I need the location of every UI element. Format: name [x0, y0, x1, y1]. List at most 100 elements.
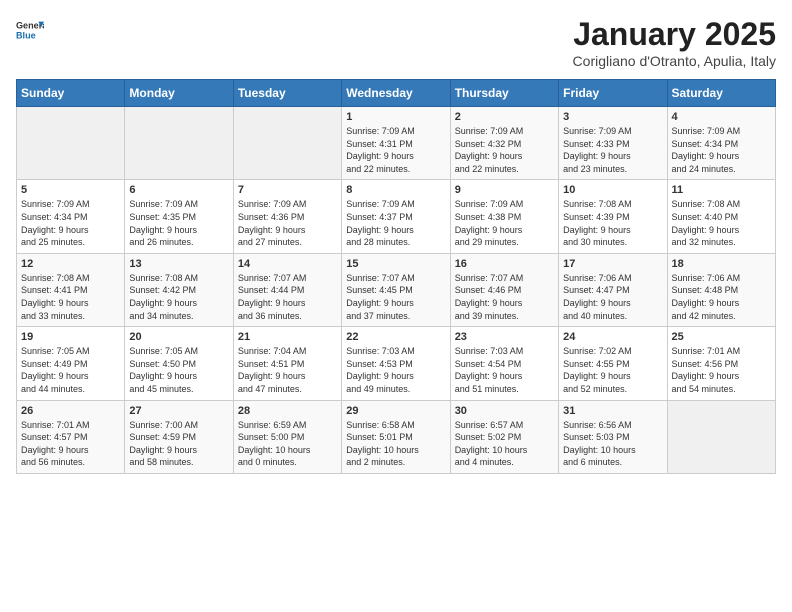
day-info: Sunrise: 6:59 AM Sunset: 5:00 PM Dayligh… [238, 419, 337, 469]
svg-text:Blue: Blue [16, 30, 36, 40]
day-number: 12 [21, 258, 120, 270]
month-title: January 2025 [573, 16, 776, 53]
day-info: Sunrise: 7:00 AM Sunset: 4:59 PM Dayligh… [129, 419, 228, 469]
calendar-header-row: SundayMondayTuesdayWednesdayThursdayFrid… [17, 80, 776, 107]
calendar-day-cell: 31 Sunrise: 6:56 AM Sunset: 5:03 PM Dayli… [559, 400, 667, 473]
day-info: Sunrise: 7:01 AM Sunset: 4:57 PM Dayligh… [21, 419, 120, 469]
weekday-header: Saturday [667, 80, 775, 107]
day-number: 26 [21, 405, 120, 417]
day-info: Sunrise: 7:09 AM Sunset: 4:34 PM Dayligh… [672, 125, 771, 175]
calendar-day-cell: 2 Sunrise: 7:09 AM Sunset: 4:32 PM Daylig… [450, 107, 558, 180]
day-info: Sunrise: 7:06 AM Sunset: 4:48 PM Dayligh… [672, 272, 771, 322]
title-block: January 2025 Corigliano d'Otranto, Apuli… [573, 16, 776, 69]
day-info: Sunrise: 7:09 AM Sunset: 4:34 PM Dayligh… [21, 198, 120, 248]
calendar-day-cell [667, 400, 775, 473]
day-number: 29 [346, 405, 445, 417]
day-number: 7 [238, 184, 337, 196]
day-info: Sunrise: 7:08 AM Sunset: 4:41 PM Dayligh… [21, 272, 120, 322]
day-info: Sunrise: 7:09 AM Sunset: 4:36 PM Dayligh… [238, 198, 337, 248]
calendar-day-cell: 10 Sunrise: 7:08 AM Sunset: 4:39 PM Dayli… [559, 180, 667, 253]
calendar-day-cell: 28Sunrise: 6:59 AM Sunset: 5:00 PM Dayli… [233, 400, 341, 473]
day-number: 19 [21, 331, 120, 343]
day-info: Sunrise: 7:05 AM Sunset: 4:49 PM Dayligh… [21, 345, 120, 395]
calendar-table: SundayMondayTuesdayWednesdayThursdayFrid… [16, 79, 776, 474]
calendar-day-cell: 13 Sunrise: 7:08 AM Sunset: 4:42 PM Dayli… [125, 253, 233, 326]
calendar-week-row: 5 Sunrise: 7:09 AM Sunset: 4:34 PM Daylig… [17, 180, 776, 253]
day-number: 1 [346, 111, 445, 123]
calendar-day-cell: 8 Sunrise: 7:09 AM Sunset: 4:37 PM Daylig… [342, 180, 450, 253]
calendar-day-cell: 3 Sunrise: 7:09 AM Sunset: 4:33 PM Daylig… [559, 107, 667, 180]
day-info: Sunrise: 7:05 AM Sunset: 4:50 PM Dayligh… [129, 345, 228, 395]
day-info: Sunrise: 7:09 AM Sunset: 4:32 PM Dayligh… [455, 125, 554, 175]
day-info: Sunrise: 6:56 AM Sunset: 5:03 PM Dayligh… [563, 419, 662, 469]
day-info: Sunrise: 7:08 AM Sunset: 4:40 PM Dayligh… [672, 198, 771, 248]
day-number: 17 [563, 258, 662, 270]
calendar-day-cell: 4 Sunrise: 7:09 AM Sunset: 4:34 PM Daylig… [667, 107, 775, 180]
logo-icon: General Blue [16, 16, 44, 44]
calendar-day-cell [233, 107, 341, 180]
day-number: 6 [129, 184, 228, 196]
weekday-header: Wednesday [342, 80, 450, 107]
calendar-day-cell: 19 Sunrise: 7:05 AM Sunset: 4:49 PM Dayli… [17, 327, 125, 400]
day-number: 25 [672, 331, 771, 343]
day-number: 31 [563, 405, 662, 417]
day-number: 13 [129, 258, 228, 270]
calendar-day-cell: 27 Sunrise: 7:00 AM Sunset: 4:59 PM Dayli… [125, 400, 233, 473]
day-info: Sunrise: 7:08 AM Sunset: 4:42 PM Dayligh… [129, 272, 228, 322]
calendar-day-cell: 15Sunrise: 7:07 AM Sunset: 4:45 PM Dayli… [342, 253, 450, 326]
day-number: 8 [346, 184, 445, 196]
page-header: General Blue January 2025 Corigliano d'O… [16, 16, 776, 69]
day-info: Sunrise: 7:03 AM Sunset: 4:54 PM Dayligh… [455, 345, 554, 395]
day-number: 30 [455, 405, 554, 417]
weekday-header: Friday [559, 80, 667, 107]
calendar-day-cell: 22 Sunrise: 7:03 AM Sunset: 4:53 PM Dayli… [342, 327, 450, 400]
day-number: 9 [455, 184, 554, 196]
calendar-day-cell: 14Sunrise: 7:07 AM Sunset: 4:44 PM Dayli… [233, 253, 341, 326]
calendar-day-cell: 9 Sunrise: 7:09 AM Sunset: 4:38 PM Daylig… [450, 180, 558, 253]
calendar-day-cell: 25 Sunrise: 7:01 AM Sunset: 4:56 PM Dayli… [667, 327, 775, 400]
calendar-day-cell: 20 Sunrise: 7:05 AM Sunset: 4:50 PM Dayli… [125, 327, 233, 400]
day-number: 3 [563, 111, 662, 123]
day-info: Sunrise: 7:04 AM Sunset: 4:51 PM Dayligh… [238, 345, 337, 395]
day-info: Sunrise: 7:07 AM Sunset: 4:46 PM Dayligh… [455, 272, 554, 322]
day-info: Sunrise: 6:57 AM Sunset: 5:02 PM Dayligh… [455, 419, 554, 469]
calendar-day-cell: 5 Sunrise: 7:09 AM Sunset: 4:34 PM Daylig… [17, 180, 125, 253]
day-number: 5 [21, 184, 120, 196]
day-number: 18 [672, 258, 771, 270]
calendar-day-cell: 26 Sunrise: 7:01 AM Sunset: 4:57 PM Dayli… [17, 400, 125, 473]
calendar-day-cell: 1Sunrise: 7:09 AM Sunset: 4:31 PM Daylig… [342, 107, 450, 180]
day-info: Sunrise: 7:07 AM Sunset: 4:45 PM Dayligh… [346, 272, 445, 322]
calendar-day-cell: 7 Sunrise: 7:09 AM Sunset: 4:36 PM Daylig… [233, 180, 341, 253]
calendar-day-cell: 6Sunrise: 7:09 AM Sunset: 4:35 PM Daylig… [125, 180, 233, 253]
day-number: 22 [346, 331, 445, 343]
calendar-week-row: 26 Sunrise: 7:01 AM Sunset: 4:57 PM Dayli… [17, 400, 776, 473]
weekday-header: Tuesday [233, 80, 341, 107]
day-number: 2 [455, 111, 554, 123]
calendar-day-cell [125, 107, 233, 180]
day-number: 27 [129, 405, 228, 417]
calendar-day-cell: 21Sunrise: 7:04 AM Sunset: 4:51 PM Dayli… [233, 327, 341, 400]
day-number: 20 [129, 331, 228, 343]
day-info: Sunrise: 7:09 AM Sunset: 4:33 PM Dayligh… [563, 125, 662, 175]
day-info: Sunrise: 6:58 AM Sunset: 5:01 PM Dayligh… [346, 419, 445, 469]
calendar-day-cell [17, 107, 125, 180]
calendar-day-cell: 12 Sunrise: 7:08 AM Sunset: 4:41 PM Dayli… [17, 253, 125, 326]
calendar-week-row: 19 Sunrise: 7:05 AM Sunset: 4:49 PM Dayli… [17, 327, 776, 400]
location-title: Corigliano d'Otranto, Apulia, Italy [573, 53, 776, 69]
day-number: 24 [563, 331, 662, 343]
calendar-day-cell: 18 Sunrise: 7:06 AM Sunset: 4:48 PM Dayli… [667, 253, 775, 326]
day-number: 4 [672, 111, 771, 123]
weekday-header: Sunday [17, 80, 125, 107]
day-info: Sunrise: 7:09 AM Sunset: 4:37 PM Dayligh… [346, 198, 445, 248]
day-number: 10 [563, 184, 662, 196]
weekday-header: Thursday [450, 80, 558, 107]
calendar-day-cell: 17Sunrise: 7:06 AM Sunset: 4:47 PM Dayli… [559, 253, 667, 326]
day-number: 23 [455, 331, 554, 343]
day-info: Sunrise: 7:09 AM Sunset: 4:38 PM Dayligh… [455, 198, 554, 248]
calendar-day-cell: 24Sunrise: 7:02 AM Sunset: 4:55 PM Dayli… [559, 327, 667, 400]
day-info: Sunrise: 7:03 AM Sunset: 4:53 PM Dayligh… [346, 345, 445, 395]
calendar-week-row: 1Sunrise: 7:09 AM Sunset: 4:31 PM Daylig… [17, 107, 776, 180]
day-info: Sunrise: 7:08 AM Sunset: 4:39 PM Dayligh… [563, 198, 662, 248]
calendar-day-cell: 29 Sunrise: 6:58 AM Sunset: 5:01 PM Dayli… [342, 400, 450, 473]
day-info: Sunrise: 7:01 AM Sunset: 4:56 PM Dayligh… [672, 345, 771, 395]
